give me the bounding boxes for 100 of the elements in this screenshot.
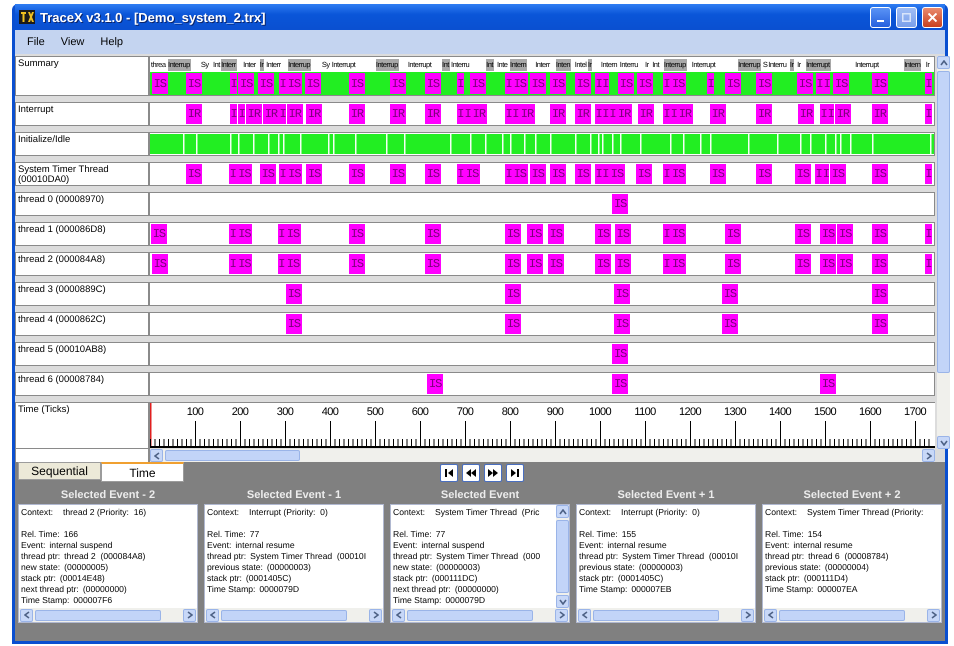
event-block[interactable]: I [820,104,828,124]
scrollbar-thumb[interactable] [165,450,300,461]
scroll-left-button[interactable] [578,608,591,622]
event-block[interactable]: I [595,104,602,124]
event-block[interactable]: IR [756,104,772,124]
scroll-down-button[interactable] [937,436,950,449]
event-block[interactable]: IS [550,73,566,94]
event-block[interactable]: IS [505,284,522,304]
event-block[interactable]: I [229,254,236,274]
event-block[interactable]: IS [286,164,302,184]
event-block[interactable]: I [505,164,512,184]
event-block[interactable]: IS [348,73,365,94]
scroll-left-button[interactable] [764,608,777,622]
event-block[interactable]: I [279,73,286,94]
menu-item[interactable]: View [54,34,90,50]
scrollbar-thumb[interactable] [35,610,161,620]
event-block[interactable]: IS [550,164,566,184]
event-block[interactable]: IS [424,254,441,274]
event-block[interactable]: IS [756,73,772,94]
event-block[interactable]: IR [286,104,303,124]
event-block[interactable]: IS [833,73,850,94]
event-block[interactable]: IS [872,254,888,274]
event-block[interactable]: IR [710,104,726,124]
event-block[interactable]: IS [820,374,836,394]
event-block[interactable]: I [924,224,932,244]
event-block[interactable]: IS [258,73,274,94]
event-block[interactable]: IS [427,374,444,394]
event-block[interactable]: IS [470,73,486,94]
event-block[interactable]: IS [260,164,276,184]
event-block[interactable]: I [823,73,830,94]
event-block[interactable]: IR [424,104,441,124]
event-block[interactable]: IS [670,73,686,94]
event-block[interactable]: IS [548,254,564,274]
scroll-down-button[interactable] [556,595,569,608]
navigation-button[interactable] [440,464,458,482]
event-block[interactable]: I [456,164,464,184]
event-block[interactable]: IS [236,164,252,184]
event-block[interactable]: IS [614,224,631,244]
event-block[interactable]: IS [612,344,628,364]
event-block[interactable]: IS [464,164,480,184]
event-block[interactable]: I [229,224,236,244]
scroll-left-button[interactable] [20,608,33,622]
scroll-right-button[interactable] [741,608,754,622]
event-block[interactable]: IR [470,104,487,124]
scroll-left-button[interactable] [150,449,163,462]
event-block[interactable]: IS [725,73,742,94]
maximize-button[interactable] [896,6,917,28]
event-block[interactable]: IS [612,374,628,394]
scroll-right-button[interactable] [927,608,940,622]
horizontal-scrollbar[interactable] [150,449,935,462]
scrollbar-thumb[interactable] [593,610,719,620]
event-block[interactable]: I [238,104,246,124]
event-block[interactable]: IS [424,164,441,184]
event-block[interactable]: IS [837,254,854,274]
event-block[interactable]: I [924,73,932,94]
event-block[interactable]: I [663,254,670,274]
navigation-button[interactable] [462,464,480,482]
event-block[interactable]: IS [722,284,738,304]
scroll-left-button[interactable] [392,608,405,622]
navigation-button[interactable] [506,464,524,482]
event-block[interactable]: IS [670,164,686,184]
event-block[interactable]: IS [872,224,888,244]
event-block[interactable]: I [229,164,236,184]
event-block[interactable]: IR [186,104,202,124]
event-block[interactable]: IR [872,104,888,124]
navigation-button[interactable] [484,464,502,482]
event-block[interactable]: IS [794,254,811,274]
event-block[interactable]: I [595,164,602,184]
event-block[interactable]: IR [638,104,654,124]
event-block[interactable]: IS [286,284,302,304]
scrollbar-thumb[interactable] [937,71,950,373]
horizontal-scrollbar[interactable] [19,608,197,622]
event-block[interactable]: IS [820,254,836,274]
scroll-left-button[interactable] [206,608,219,622]
event-block[interactable]: I [924,104,932,124]
event-block[interactable]: IS [527,254,544,274]
event-block[interactable]: I [595,73,602,94]
event-block[interactable]: IS [636,73,653,94]
event-block[interactable]: I [278,224,285,244]
horizontal-scrollbar[interactable] [205,608,383,622]
event-block[interactable]: I [815,164,822,184]
tab[interactable]: Time [101,462,184,482]
event-block[interactable]: IR [306,104,322,124]
event-block[interactable]: IS [618,73,634,94]
event-block[interactable]: IS [236,224,252,244]
event-block[interactable]: I [609,104,616,124]
event-block[interactable]: IS [285,224,301,244]
event-block[interactable]: IR [519,104,535,124]
event-block[interactable]: IS [306,164,322,184]
scroll-up-button[interactable] [937,56,950,69]
event-block[interactable]: IS [390,164,406,184]
event-block[interactable]: IR [798,104,814,124]
event-block[interactable]: I [663,73,670,94]
event-block[interactable]: IS [236,254,252,274]
event-block[interactable]: IS [872,73,888,94]
horizontal-scrollbar[interactable] [577,608,755,622]
event-block[interactable]: IS [304,73,321,94]
event-block[interactable]: IS [872,314,888,334]
event-block[interactable]: I [230,73,238,94]
event-block[interactable]: IS [614,254,631,274]
